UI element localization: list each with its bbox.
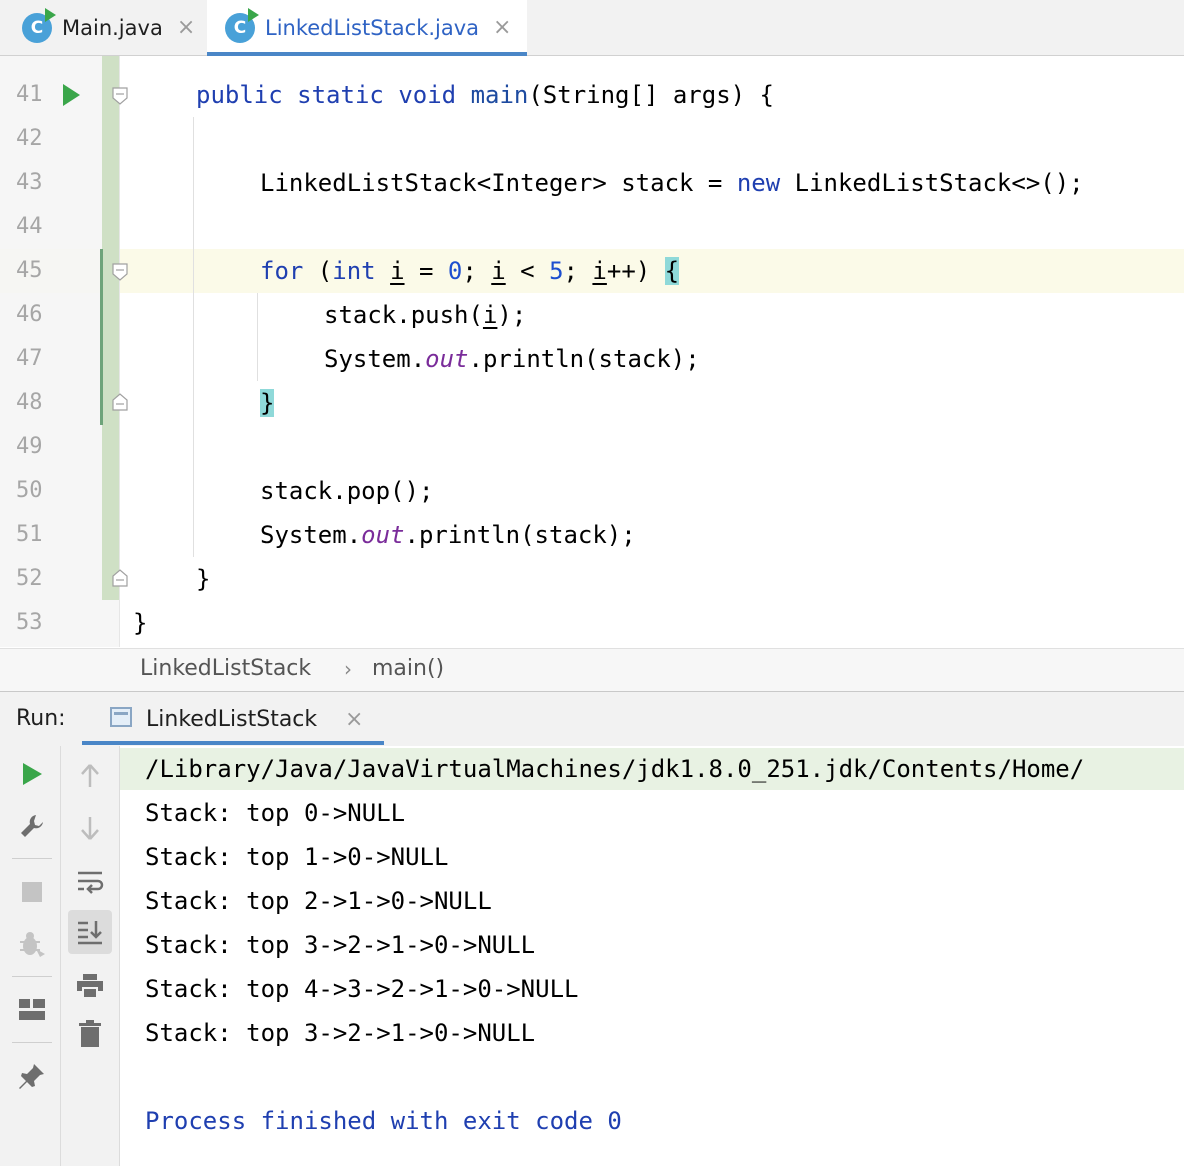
indent-guide — [193, 117, 194, 557]
tab-linkedliststack-java[interactable]: C LinkedListStack.java × — [207, 0, 527, 56]
line-number: 49 — [16, 434, 43, 459]
tab-main-java[interactable]: C Main.java × — [0, 0, 206, 55]
breadcrumb-separator: › — [344, 657, 352, 681]
code-line-48: } — [260, 381, 275, 425]
scroll-to-end-icon[interactable] — [70, 912, 110, 952]
line-number: 53 — [16, 610, 43, 635]
line-number: 44 — [16, 214, 43, 239]
code-line-43: LinkedListStack<Integer> stack = new Lin… — [260, 169, 1084, 197]
breadcrumb-method[interactable]: main() — [372, 648, 444, 690]
close-icon[interactable]: × — [177, 15, 195, 40]
trash-icon[interactable] — [70, 1014, 110, 1054]
line-number: 50 — [16, 478, 43, 503]
pin-icon[interactable] — [12, 1056, 52, 1096]
java-class-icon: C — [22, 7, 56, 43]
active-tab-indicator — [82, 741, 384, 745]
gutter-divider — [119, 56, 120, 647]
exit-message: Process finished with exit code 0 — [145, 1107, 622, 1135]
wrench-icon[interactable] — [12, 806, 52, 846]
fold-end-icon[interactable] — [112, 569, 128, 587]
layout-icon[interactable] — [12, 990, 52, 1030]
toolbar-separator — [12, 976, 52, 977]
console-line: Stack: top 3->2->1->0->NULL — [145, 931, 536, 959]
tab-label: Main.java — [62, 15, 163, 40]
indent-guide — [257, 293, 258, 381]
line-number: 41 — [16, 82, 43, 107]
console-line: Stack: top 1->0->NULL — [145, 843, 449, 871]
arrow-down-icon[interactable] — [70, 808, 110, 848]
editor-tab-bar: C Main.java × C LinkedListStack.java × — [0, 0, 1184, 56]
run-panel-label: Run: — [16, 706, 66, 731]
stop-icon[interactable] — [12, 872, 52, 912]
line-number: 51 — [16, 522, 43, 547]
run-tab-label: LinkedListStack — [146, 707, 318, 732]
line-number: 48 — [16, 390, 43, 415]
console-line: Stack: top 2->1->0->NULL — [145, 887, 492, 915]
line-number: 42 — [16, 126, 43, 151]
code-line-45: for (int i = 0; i < 5; i++) { — [260, 257, 680, 285]
line-number: 43 — [16, 170, 43, 195]
console-icon — [110, 707, 132, 727]
soft-wrap-icon[interactable] — [70, 862, 110, 902]
code-line-50: stack.pop(); — [260, 477, 434, 505]
line-number: 46 — [16, 302, 43, 327]
matched-brace: { — [664, 257, 680, 285]
play-icon[interactable] — [12, 754, 52, 794]
change-marker[interactable] — [100, 249, 103, 425]
console-command-line: /Library/Java/JavaVirtualMachines/jdk1.8… — [145, 755, 1085, 783]
print-icon[interactable] — [70, 966, 110, 1006]
code-line-41: public static void main(String[] args) { — [196, 81, 774, 109]
toolbar-separator — [12, 858, 52, 859]
close-icon[interactable]: × — [345, 691, 363, 747]
console-line: Stack: top 0->NULL — [145, 799, 406, 827]
breadcrumb-class[interactable]: LinkedListStack — [140, 648, 311, 690]
console-line: Stack: top 4->3->2->1->0->NULL — [145, 975, 579, 1003]
console-line: Stack: top 3->2->1->0->NULL — [145, 1019, 536, 1047]
fold-icon[interactable] — [112, 263, 128, 281]
arrow-up-icon[interactable] — [70, 756, 110, 796]
fold-icon[interactable] — [112, 87, 128, 105]
close-icon[interactable]: × — [493, 15, 511, 40]
tab-label: LinkedListStack.java — [265, 15, 480, 40]
line-number: 52 — [16, 566, 43, 591]
toolbar-separator — [12, 1042, 52, 1043]
matched-brace: } — [260, 389, 275, 417]
bug-icon[interactable] — [12, 924, 52, 964]
line-number: 45 — [16, 258, 43, 283]
scope-indicator — [102, 56, 120, 600]
code-line-53: } — [133, 609, 148, 637]
code-line-51: System.out.println(stack); — [260, 521, 636, 549]
code-line-52: } — [196, 565, 211, 593]
fold-end-icon[interactable] — [112, 393, 128, 411]
code-line-47: System.out.println(stack); — [324, 345, 700, 373]
run-main-icon[interactable] — [63, 84, 80, 106]
line-number: 47 — [16, 346, 43, 371]
code-line-46: stack.push(i); — [324, 301, 527, 329]
java-class-icon: C — [225, 7, 259, 43]
